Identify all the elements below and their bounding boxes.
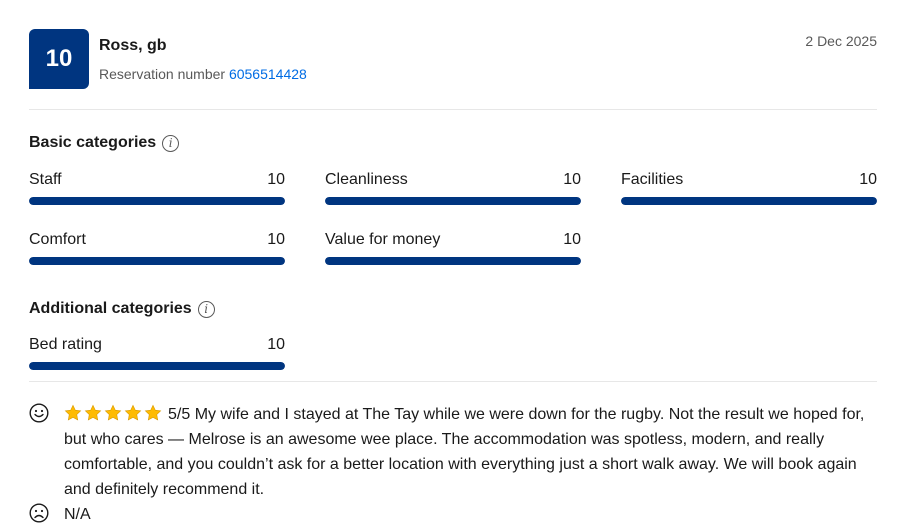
category-label: Value for money xyxy=(325,231,441,248)
info-icon[interactable]: i xyxy=(197,300,215,318)
star-rating xyxy=(64,404,162,422)
basic-categories-title: Basic categories i xyxy=(29,134,180,152)
reservation-info: Reservation number 6056514428 xyxy=(99,66,307,82)
category-label: Facilities xyxy=(621,171,684,188)
category-cleanliness: Cleanliness 10 xyxy=(325,170,581,205)
star-icon xyxy=(84,404,102,421)
header-divider xyxy=(29,109,877,110)
reservation-number-link[interactable]: 6056514428 xyxy=(229,66,307,82)
star-icon xyxy=(144,404,162,421)
positive-comment: 5/5 My wife and I stayed at The Tay whil… xyxy=(29,402,877,502)
category-value-for-money: Value for money 10 xyxy=(325,230,581,265)
category-score: 10 xyxy=(267,171,285,188)
additional-categories-label: Additional categories xyxy=(29,300,192,317)
category-comfort: Comfort 10 xyxy=(29,230,285,265)
positive-comment-text: 5/5 My wife and I stayed at The Tay whil… xyxy=(64,406,865,498)
reviewer-name: Ross, gb xyxy=(99,37,167,54)
categories-divider xyxy=(29,381,877,382)
category-label: Staff xyxy=(29,171,62,188)
negative-comment-text: N/A xyxy=(64,506,91,523)
category-score: 10 xyxy=(563,171,581,188)
sad-face-icon xyxy=(29,503,49,523)
category-bed-rating: Bed rating 10 xyxy=(29,335,285,370)
category-score: 10 xyxy=(563,231,581,248)
star-icon xyxy=(64,404,82,421)
category-score: 10 xyxy=(267,336,285,353)
category-bar xyxy=(29,257,285,265)
review-date: 2 Dec 2025 xyxy=(805,33,877,49)
category-label: Cleanliness xyxy=(325,171,408,188)
reservation-label: Reservation number xyxy=(99,66,226,82)
category-score: 10 xyxy=(267,231,285,248)
category-bar xyxy=(325,257,581,265)
category-score: 10 xyxy=(859,171,877,188)
info-icon[interactable]: i xyxy=(162,134,180,152)
category-label: Bed rating xyxy=(29,336,102,353)
category-bar xyxy=(621,197,877,205)
category-bar xyxy=(29,197,285,205)
score-badge: 10 xyxy=(29,29,89,89)
category-label: Comfort xyxy=(29,231,86,248)
category-bar xyxy=(325,197,581,205)
star-icon xyxy=(104,404,122,421)
category-staff: Staff 10 xyxy=(29,170,285,205)
category-bar xyxy=(29,362,285,370)
negative-comment: N/A xyxy=(29,502,877,527)
category-facilities: Facilities 10 xyxy=(621,170,877,205)
happy-face-icon xyxy=(29,403,49,423)
star-icon xyxy=(124,404,142,421)
basic-categories-label: Basic categories xyxy=(29,134,157,151)
additional-categories-title: Additional categories i xyxy=(29,300,215,318)
